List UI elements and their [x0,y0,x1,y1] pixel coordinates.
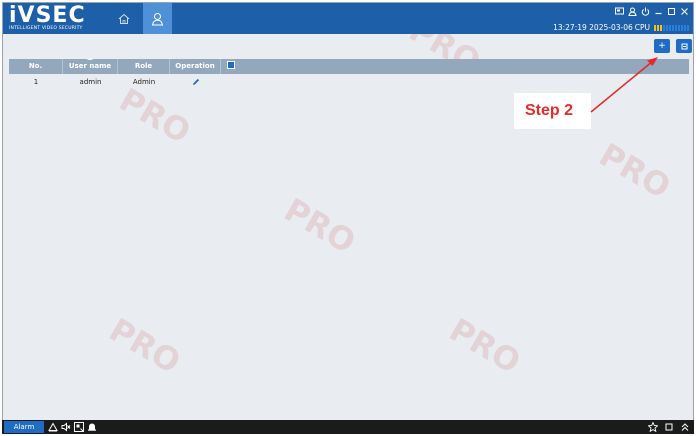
annotation-step-label: Step 2 [525,102,574,119]
column-header-operation[interactable]: Operation [170,59,221,74]
pin-icon[interactable] [648,421,658,433]
fullscreen-icon[interactable] [664,421,674,433]
maximize-icon[interactable] [667,7,676,16]
cell-no: 1 [33,78,39,86]
bottom-taskbar: Alarm [2,420,694,434]
column-header-no[interactable]: No. [9,59,63,74]
close-icon[interactable] [680,7,689,16]
column-header-role[interactable]: Role [118,59,170,74]
system-status: 13:27:19 2025-03-06 CPU [553,23,689,32]
screen-icon[interactable] [615,7,624,16]
minimize-icon[interactable] [654,7,663,16]
logo-tagline: INTELLIGENT VIDEO SECURITY [9,26,83,31]
alarm-bell-icon[interactable] [48,422,58,432]
mute-icon[interactable] [61,422,71,432]
taskbar-right-icons [648,421,690,433]
table-row[interactable]: 1 admin Admin [9,74,689,91]
user-icon [151,12,164,25]
user-table-header: No. User name Role Operation [9,57,689,74]
nav-user-button[interactable] [143,3,172,34]
cell-user-name: admin [79,78,102,86]
clock-text: 13:27:19 2025-03-06 [553,23,633,32]
ivsec-logo: iVSEC INTELLIGENT VIDEO SECURITY [9,5,94,32]
cell-role: Admin [132,78,156,86]
screen-record-icon[interactable] [74,422,84,432]
delete-icon [681,43,687,49]
cpu-label: CPU [634,23,650,32]
logo-main-text: iVSEC [9,3,86,28]
cell-operation [170,74,221,91]
select-all-checkbox[interactable] [227,61,235,69]
delete-user-button[interactable] [676,39,692,53]
power-icon[interactable] [641,7,650,16]
add-user-button[interactable]: + [654,39,670,53]
app-window: PRO PRO PRO PRO PRO PRO iVSEC INTELLIGEN… [2,2,694,434]
expand-up-icon[interactable] [680,421,690,433]
notification-icon[interactable] [87,422,97,432]
cpu-usage-bar [654,24,689,31]
window-controls [615,5,689,17]
taskbar-left-icons [48,422,97,432]
account-icon[interactable] [628,7,637,16]
add-icon: + [658,41,666,51]
top-header: iVSEC INTELLIGENT VIDEO SECURITY 13:27:1… [3,3,693,34]
sort-indicator-icon [87,57,93,60]
annotation-arrow [590,57,658,113]
edit-pencil-icon[interactable] [192,78,200,86]
column-header-user-name[interactable]: User name [63,57,118,74]
nav-home-button[interactable] [109,3,138,34]
home-icon [118,13,129,24]
alarm-button[interactable]: Alarm [4,421,44,433]
column-header-user-name-label: User name [68,62,112,70]
